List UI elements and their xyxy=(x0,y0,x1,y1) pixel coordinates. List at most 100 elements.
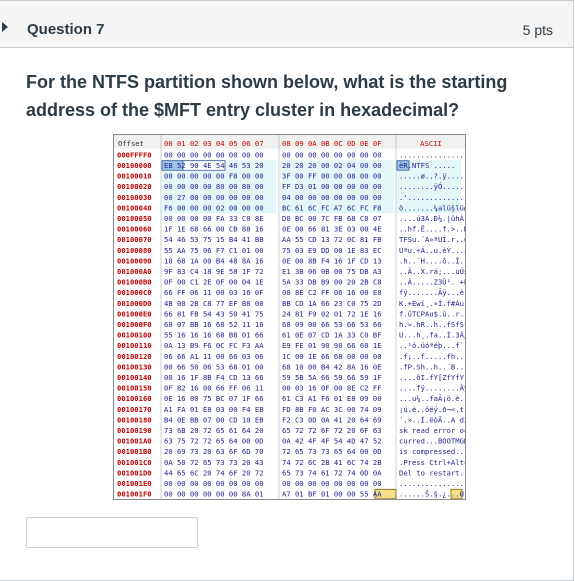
hex-ascii: TFSu.´A»ªUÍ.r..û xyxy=(399,235,465,244)
hex-offset-header: Offset xyxy=(118,139,144,148)
hex-ascii: ...u¼..faÃ¡ö.è.. xyxy=(399,394,465,403)
hex-offset: 00100020 xyxy=(117,182,152,191)
hex-bytes-a: 55 AA 75 06 F7 C1 01 00 xyxy=(164,246,264,255)
hex-bytes-b: BC 61 6C FC A7 6C FC F8 xyxy=(282,203,382,212)
hex-col-header-a: 00 01 02 03 04 05 06 07 xyxy=(164,139,264,148)
hex-bytes-b: 00 00 00 00 00 00 00 00 xyxy=(282,150,382,159)
hex-dump-image: Offset 00 01 02 03 04 05 06 07 08 09 0A 0B… xyxy=(113,134,469,500)
hex-bytes-a: B4 0E BB 07 00 CD 10 EB xyxy=(164,415,264,424)
hex-bytes-a: 0A 50 72 65 73 73 20 43 xyxy=(164,458,264,467)
hex-ascii: Uªu.÷Á..u.éÝ...ì xyxy=(399,246,465,255)
hex-offset: 00100190 xyxy=(117,426,152,435)
hex-bytes-a: EB 52 90 4E 54 46 53 20 xyxy=(164,161,264,170)
hex-ascii: ..Ä..X.rá;...uÛ£ xyxy=(399,267,465,276)
hex-bytes-b: FD 8B F0 AC 3C 00 74 09 xyxy=(282,405,382,414)
hex-bytes-a: 00 00 00 00 FA 33 C0 8E xyxy=(164,214,264,223)
hex-ascii: sk read error oc xyxy=(399,426,465,435)
hex-bytes-a: 9F 83 C4 18 9E 58 1F 72 xyxy=(164,267,264,276)
question-points: 5 pts xyxy=(522,22,553,38)
hex-offset: 00100050 xyxy=(117,214,152,223)
hex-bytes-a: 66 FF 06 11 00 03 16 0F xyxy=(164,288,264,297)
hex-bytes-a: 00 27 00 00 00 00 00 00 xyxy=(164,193,264,202)
question-card: Question 7 5 pts For the NTFS partition … xyxy=(0,0,574,581)
hex-offset: 001001B0 xyxy=(117,447,152,456)
hex-ascii: ¡ú.è..ôëý.ð¬<.t. xyxy=(399,405,465,414)
hex-offset: 00100170 xyxy=(117,405,152,414)
hex-offset: 00100060 xyxy=(117,225,152,234)
hex-ascii: Del to restart.. xyxy=(399,468,465,477)
hex-bytes-b: 00 8E C2 FF 06 16 00 E8 xyxy=(282,288,382,297)
chevron-right-icon[interactable] xyxy=(2,22,8,32)
hex-offset: 00100000 xyxy=(117,161,152,170)
hex-offset: 00100120 xyxy=(117,352,152,361)
hex-ascii: ëR.NTFS ..... xyxy=(399,161,455,170)
hex-bytes-a: 00 66 50 06 53 68 01 00 xyxy=(164,362,264,371)
hex-offset: 00100100 xyxy=(117,331,152,340)
hex-bytes-a: 68 07 BB 16 68 52 11 16 xyxy=(164,320,264,329)
answer-input[interactable] xyxy=(26,517,198,548)
hex-bytes-a: 63 75 72 72 65 64 00 0D xyxy=(164,437,264,446)
hex-offset: 00100140 xyxy=(117,373,152,382)
hex-offset: 001000A0 xyxy=(117,267,152,276)
hex-bytes-b: 00 00 00 00 00 00 00 00 xyxy=(282,479,382,488)
hex-ascii: .h..´H....ô..Í. xyxy=(399,256,464,265)
hex-ascii: h.».hR..h..fSfSf xyxy=(399,320,465,329)
hex-ascii: ....fÿ........Âÿ xyxy=(399,384,465,393)
hex-bytes-b: 0E 00 8B F4 16 1F CD 13 xyxy=(282,256,382,265)
hex-bytes-b: 68 10 00 B4 42 8A 16 0E xyxy=(282,362,382,371)
hex-offset: 001001E0 xyxy=(117,479,152,488)
hex-ascii: is compressed.. xyxy=(399,447,464,456)
hex-ascii: ´.»..Í.ëòÃ..A di xyxy=(399,415,465,424)
hex-bytes-b: 20 20 20 00 02 04 00 00 xyxy=(282,161,382,170)
hex-ascii: .Press Ctrl+Alt+ xyxy=(399,458,465,467)
hex-ascii: ........ÿÓ...... xyxy=(399,182,465,191)
hex-offset: 001001C0 xyxy=(117,458,152,467)
question-text: For the NTFS partition shown below, what… xyxy=(26,72,508,120)
hex-bytes-b: AA 55 CD 13 72 0C 81 FB xyxy=(282,235,382,244)
hex-offset: 001001A0 xyxy=(117,437,152,446)
hex-bytes-a: 00 00 00 00 00 F8 00 00 xyxy=(164,172,264,181)
hex-bytes-b: F2 C3 0D 0A 41 20 64 69 xyxy=(282,415,382,424)
hex-bytes-b: 65 72 72 6F 72 20 6F 63 xyxy=(282,426,382,435)
hex-bytes-a: 20 69 73 20 63 6F 6D 70 xyxy=(164,447,264,456)
question-title: Question 7 xyxy=(27,21,105,38)
hex-offset: 00100010 xyxy=(117,172,152,181)
hex-bytes-b: 1C 00 1E 66 68 00 00 00 xyxy=(282,352,382,361)
hex-bytes-b: 72 65 73 73 65 64 00 0D xyxy=(282,447,382,456)
hex-ascii: K.+Èwï¸.»Í.f#Àu- xyxy=(399,299,465,308)
hex-bytes-b: D0 BC 00 7C FB 68 C0 07 xyxy=(282,214,382,223)
hex-bytes-b: 61 C3 A1 F6 01 E8 09 00 xyxy=(282,394,382,403)
hex-bytes-a: 00 16 1F 8B F4 CD 13 66 xyxy=(164,373,264,382)
hex-bytes-a: 00 00 00 00 80 00 80 00 xyxy=(164,182,264,191)
hex-offset: 001000F0 xyxy=(117,320,152,329)
hex-offset: 00100040 xyxy=(117,203,152,212)
hex-offset: 00100130 xyxy=(117,362,152,371)
hex-bytes-a: 0E 16 00 75 BC 07 1F 66 xyxy=(164,394,264,403)
hex-bytes-b: 0E 00 66 81 3E 03 00 4E xyxy=(282,225,382,234)
hex-ascii: ö.......¼alü§lüø xyxy=(399,203,465,212)
hex-bytes-a: 00 00 00 00 00 00 00 00 xyxy=(164,150,264,159)
hex-offset: 00100180 xyxy=(117,415,152,424)
hex-bytes-a: 18 68 1A 00 B4 48 8A 16 xyxy=(164,256,264,265)
hex-bytes-a: 73 6B 20 72 65 61 64 20 xyxy=(164,426,264,435)
hex-bytes-b: 24 81 F9 02 01 72 1E 16 xyxy=(282,309,382,318)
hex-ascii: .fP.Sh..h..´B... xyxy=(399,362,465,371)
hex-ascii: ....ú3À.Ð¼.|ûhÀ. xyxy=(399,214,465,223)
hex-bytes-a: 66 81 FB 54 43 50 41 75 xyxy=(164,309,264,318)
hex-offset: 001001F0 xyxy=(117,490,152,499)
hex-ascii: U...h¸.fa..Í.3À¿ xyxy=(399,331,465,340)
hex-offset: 00100090 xyxy=(117,256,152,265)
hex-bytes-a: 0A 13 B9 F6 0C FC F3 AA xyxy=(164,341,264,350)
hex-ascii: ..hf.Ë....f.>..N xyxy=(399,225,465,234)
hex-ascii: curred...BOOTMGR xyxy=(399,437,465,446)
hex-ascii: ..Á.....Z3Û¹. +È xyxy=(399,278,465,287)
hex-ascii: fÿ.......Âÿ...è xyxy=(399,288,464,297)
hex-bytes-b: 0A 42 4F 4F 54 4D 47 52 xyxy=(282,437,382,446)
hex-bytes-b: 65 73 74 61 72 74 0D 0A xyxy=(282,468,382,477)
hex-offset: 00100150 xyxy=(117,384,152,393)
hex-offset: 00100160 xyxy=(117,394,152,403)
hex-bytes-a: 00 00 00 00 00 00 8A 01 xyxy=(164,490,264,499)
hex-bytes-a: A1 FA 01 E8 03 00 F4 EB xyxy=(164,405,264,414)
hex-bytes-b: 61 0E 07 CD 1A 33 C0 BF xyxy=(282,331,382,340)
hex-bytes-b: 5A 33 DB B9 00 20 2B C8 xyxy=(282,278,382,287)
